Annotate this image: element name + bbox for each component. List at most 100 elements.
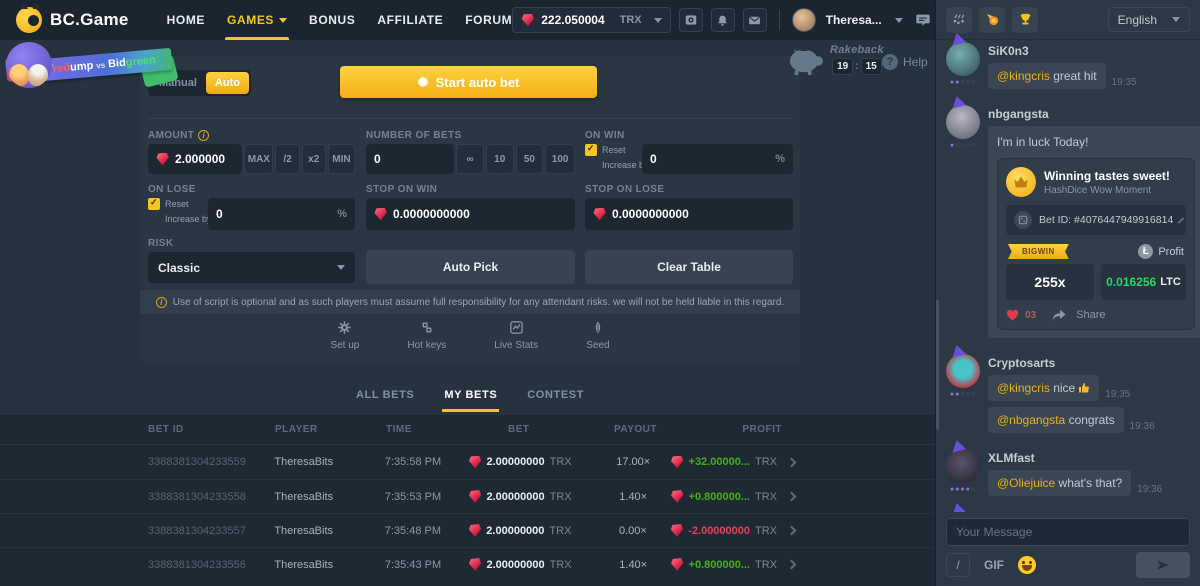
table-row[interactable]: 3388381304233557 TheresaBits 7:35:48 PM … [0,513,935,547]
chat-message: ●○○○○ nbgangsta I'm in luck Today! [946,105,1190,344]
win-currency: LTC [1160,276,1181,288]
table-row[interactable]: 3388381304233559 TheresaBits 7:35:58 PM … [0,445,935,479]
share-icon[interactable] [1052,309,1066,321]
bets-table: BET ID PLAYER TIME BET PAYOUT PROFIT 338… [0,415,935,586]
live-stats-action[interactable]: Live Stats [494,320,538,362]
chat-username[interactable]: nbgangsta [988,107,1190,121]
risk-value: Classic [158,261,200,275]
chat-scrollbar[interactable] [936,300,939,430]
setup-action[interactable]: Set up [330,320,359,362]
hotkeys-action[interactable]: Hot keys [407,320,446,362]
app: BC.Game HOME GAMES BONUS AFFILIATE FORUM… [0,0,1200,586]
auto-tab[interactable]: Auto [206,72,249,94]
language-select[interactable]: English [1108,7,1190,32]
fireball-button[interactable] [979,7,1005,33]
notifications-button[interactable] [711,8,735,32]
num-bets-group: ∞ 10 50 100 [366,144,575,174]
vault-button[interactable] [679,8,703,32]
risk-select[interactable]: Classic [148,252,355,283]
rakeback-widget[interactable]: Rakeback 19 : 15 [786,44,884,76]
medal-dots: ●● [950,391,960,398]
contest-button[interactable] [1012,7,1038,33]
nav-home[interactable]: HOME [167,0,205,40]
chat-username[interactable]: SiK0n3 [988,44,1190,58]
chevron-right-icon[interactable] [787,457,797,467]
user-avatar[interactable] [946,42,980,76]
nav-affiliate[interactable]: AFFILIATE [377,0,443,40]
slash-commands-button[interactable]: / [946,553,970,577]
on-lose-input[interactable] [216,207,331,221]
chat-input-wrap [946,518,1190,546]
gif-button[interactable]: GIF [984,558,1004,572]
chevron-down-icon[interactable] [895,18,903,27]
on-win-input[interactable] [650,152,769,166]
info-icon[interactable]: i [198,130,209,141]
user-avatar[interactable] [946,449,980,483]
stop-win-input[interactable] [393,207,567,221]
nav-bonus[interactable]: BONUS [309,0,355,40]
chat-username[interactable]: Cryptosarts [988,356,1190,370]
mention[interactable]: @kingcris [997,69,1050,83]
balance-selector[interactable]: 222.050004 TRX [512,7,670,33]
nav-games[interactable]: GAMES [227,0,287,40]
nav-forum[interactable]: FORUM [465,0,512,40]
start-auto-bet-button[interactable]: Start auto bet [340,66,597,98]
messages-button[interactable] [743,8,767,32]
trx-gem-icon [670,524,683,537]
percent-suffix: % [775,153,785,165]
num-bets-input[interactable] [374,152,446,166]
help-button[interactable]: ? Help [882,54,928,70]
bets-50-button[interactable]: 50 [516,144,544,174]
chat-sidebar: English ●●○○○ SiK0n3 @kingcris great hit… [935,0,1200,586]
seed-action[interactable]: Seed [586,320,609,362]
reset-label: Reset [602,145,626,155]
coin-rain-button[interactable] [946,7,972,33]
send-button[interactable] [1136,552,1190,578]
mention[interactable]: @kingcris [997,381,1050,395]
mention[interactable]: @Oliejuice [997,476,1055,490]
chat-username[interactable]: XLMfast [988,451,1190,465]
chat-bubble-icon [915,12,931,28]
promo-banner[interactable]: TredumpvsBidgreen [4,42,184,94]
table-row[interactable]: 3388381304233556 TheresaBits 7:35:43 PM … [0,547,935,581]
infinity-button[interactable]: ∞ [456,144,484,174]
bet-panel: Manual Auto Start auto bet AMOUNTi NUMBE… [140,56,800,364]
tab-contest[interactable]: CONTEST [525,380,586,412]
on-win-reset-checkbox[interactable] [585,144,597,156]
on-lose-reset-checkbox[interactable] [148,198,160,210]
send-icon [1156,559,1170,571]
emoji-button[interactable] [1018,556,1036,574]
user-avatar[interactable] [792,8,816,32]
table-row[interactable]: 3388381304233558 TheresaBits 7:35:53 PM … [0,479,935,513]
mention[interactable]: @nbgangsta [997,413,1065,427]
half-button[interactable]: /2 [275,144,299,174]
stop-win-input-wrap [366,198,575,230]
username[interactable]: Theresa... [826,13,882,27]
share-label[interactable]: Share [1076,309,1105,321]
timestamp: 19:35 [1105,389,1130,401]
bet-amount: 2.00000000 [486,456,544,468]
clear-table-button[interactable]: Clear Table [585,250,793,284]
bets-10-button[interactable]: 10 [486,144,514,174]
brand-logo[interactable]: BC.Game [16,7,129,33]
chevron-right-icon[interactable] [787,560,797,570]
tab-all-bets[interactable]: ALL BETS [354,380,416,412]
chat-toggle-button[interactable] [911,8,935,32]
heart-icon[interactable] [1006,309,1019,321]
max-button[interactable]: MAX [244,144,273,174]
auto-pick-button[interactable]: Auto Pick [366,250,575,284]
user-avatar[interactable] [946,354,980,388]
min-button[interactable]: MIN [328,144,355,174]
user-avatar[interactable] [946,105,980,139]
chat-message-input[interactable] [956,525,1180,539]
chevron-right-icon[interactable] [787,526,797,536]
win-bet-id-row[interactable]: Bet ID: #4076447949916814 [1006,205,1186,235]
promo-text: vs [96,60,106,70]
double-button[interactable]: x2 [302,144,326,174]
bets-100-button[interactable]: 100 [545,144,575,174]
tab-my-bets[interactable]: MY BETS [442,380,499,412]
stop-lose-input[interactable] [612,207,785,221]
chevron-right-icon[interactable] [787,492,797,502]
bet-id: 3388381304233556 [148,559,274,571]
amount-input[interactable] [175,152,234,166]
